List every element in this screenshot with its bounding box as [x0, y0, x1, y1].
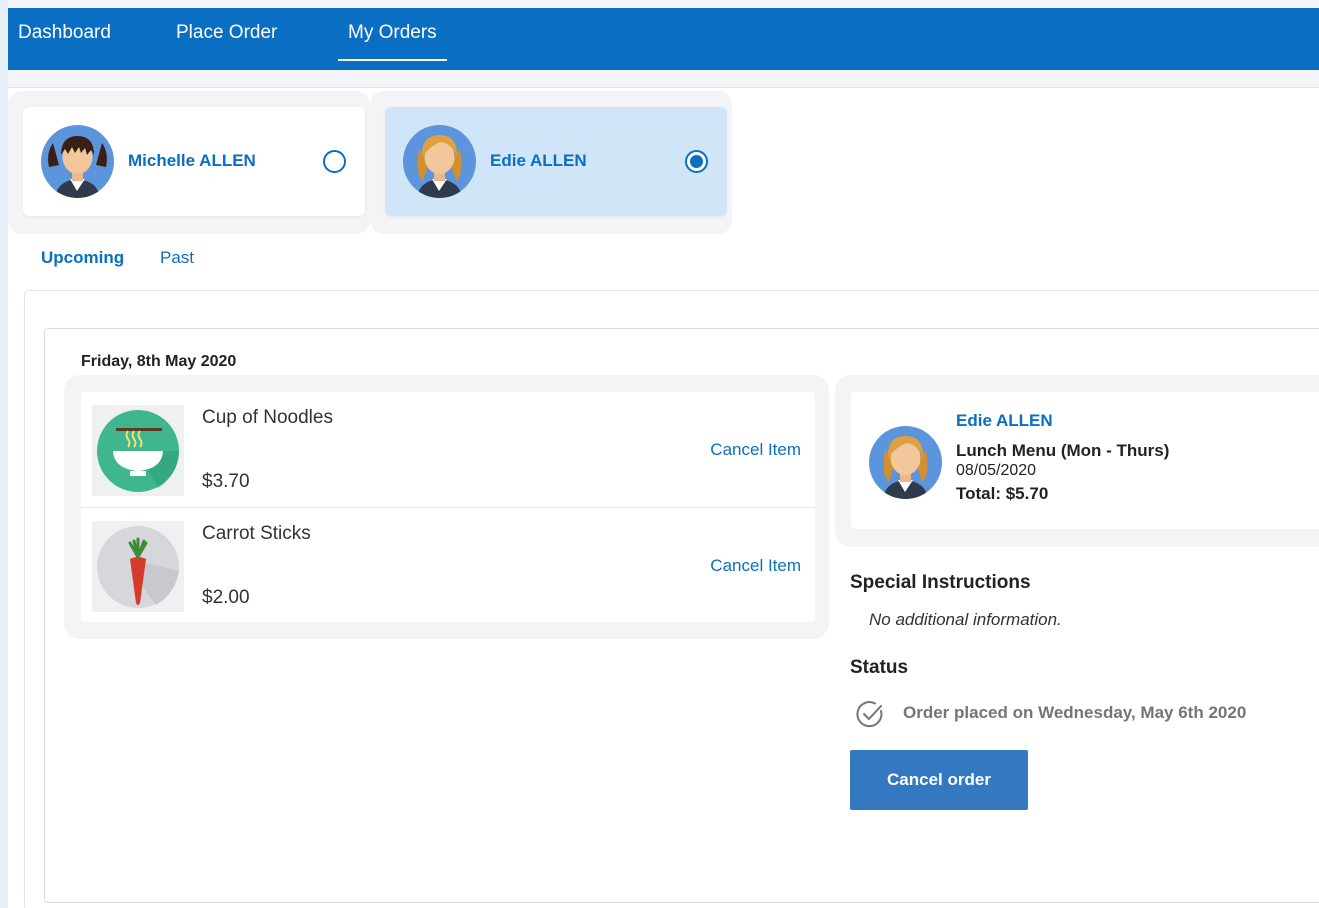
- item-price: $3.70: [202, 471, 250, 492]
- child-card-wrapper: Michelle ALLEN: [8, 91, 370, 234]
- avatar: [869, 426, 942, 499]
- noodles-icon: [97, 410, 179, 492]
- tab-past[interactable]: Past: [160, 248, 194, 268]
- item-name: Carrot Sticks: [202, 523, 311, 544]
- avatar: [41, 125, 114, 198]
- special-instructions-heading: Special Instructions: [850, 572, 1031, 593]
- girl-blonde-avatar-icon: [417, 135, 462, 198]
- toolbar-strip: [8, 70, 1319, 88]
- orders-panel: Friday, 8th May 2020 Cup of Noodles $3.7…: [24, 290, 1319, 908]
- order-summary-wrapper: Edie ALLEN Lunch Menu (Mon - Thurs) 08/0…: [835, 375, 1319, 547]
- status-text: Order placed on Wednesday, May 6th 2020: [903, 703, 1247, 722]
- item-name: Cup of Noodles: [202, 407, 333, 428]
- summary-total: Total: $5.70: [956, 484, 1049, 503]
- tab-upcoming[interactable]: Upcoming: [41, 248, 124, 268]
- cancel-order-button[interactable]: Cancel order: [850, 750, 1028, 810]
- carrot-icon: [97, 526, 179, 608]
- avatar: [403, 125, 476, 198]
- list-item: Carrot Sticks $2.00 Cancel Item: [81, 507, 815, 622]
- girl-blonde-avatar-icon: [883, 436, 928, 499]
- cancel-item-link[interactable]: Cancel Item: [710, 440, 801, 460]
- nav-tab-dashboard[interactable]: Dashboard: [8, 8, 121, 70]
- page-edge: [0, 0, 8, 908]
- order-items-wrapper: Cup of Noodles $3.70 Cancel Item Carrot …: [64, 375, 829, 639]
- noodles-thumbnail: [92, 405, 184, 496]
- main-content: Michelle ALLEN Edie ALLEN Upcoming Past …: [8, 88, 1319, 908]
- nav-tab-my-orders[interactable]: My Orders: [338, 8, 447, 70]
- summary-student-name: Edie ALLEN: [956, 411, 1053, 430]
- summary-menu-name: Lunch Menu (Mon - Thurs): [956, 441, 1170, 460]
- nav-tab-place-order[interactable]: Place Order: [166, 8, 287, 70]
- child-radio-michelle[interactable]: [323, 150, 346, 173]
- status-heading: Status: [850, 657, 909, 678]
- summary-date: 08/05/2020: [956, 462, 1037, 479]
- child-radio-edie[interactable]: [685, 150, 708, 173]
- order-summary-card: Edie ALLEN Lunch Menu (Mon - Thurs) 08/0…: [851, 392, 1319, 529]
- child-name: Michelle ALLEN: [128, 151, 256, 170]
- top-navigation: Dashboard Place Order My Orders: [8, 8, 1319, 70]
- girl-dark-hair-avatar-icon: [48, 136, 107, 198]
- order-card: Friday, 8th May 2020 Cup of Noodles $3.7…: [44, 328, 1319, 903]
- child-card-michelle[interactable]: Michelle ALLEN: [23, 107, 365, 216]
- cancel-item-link[interactable]: Cancel Item: [710, 556, 801, 576]
- carrot-thumbnail: [92, 521, 184, 612]
- item-price: $2.00: [202, 587, 250, 608]
- order-items-list: Cup of Noodles $3.70 Cancel Item Carrot …: [81, 392, 815, 622]
- list-item: Cup of Noodles $3.70 Cancel Item: [81, 392, 815, 507]
- child-name: Edie ALLEN: [490, 151, 587, 170]
- order-date: Friday, 8th May 2020: [81, 353, 237, 370]
- special-instructions-text: No additional information.: [869, 610, 1062, 629]
- child-card-edie[interactable]: Edie ALLEN: [385, 107, 727, 216]
- check-circle-icon: [855, 699, 885, 729]
- child-card-wrapper: Edie ALLEN: [370, 91, 732, 234]
